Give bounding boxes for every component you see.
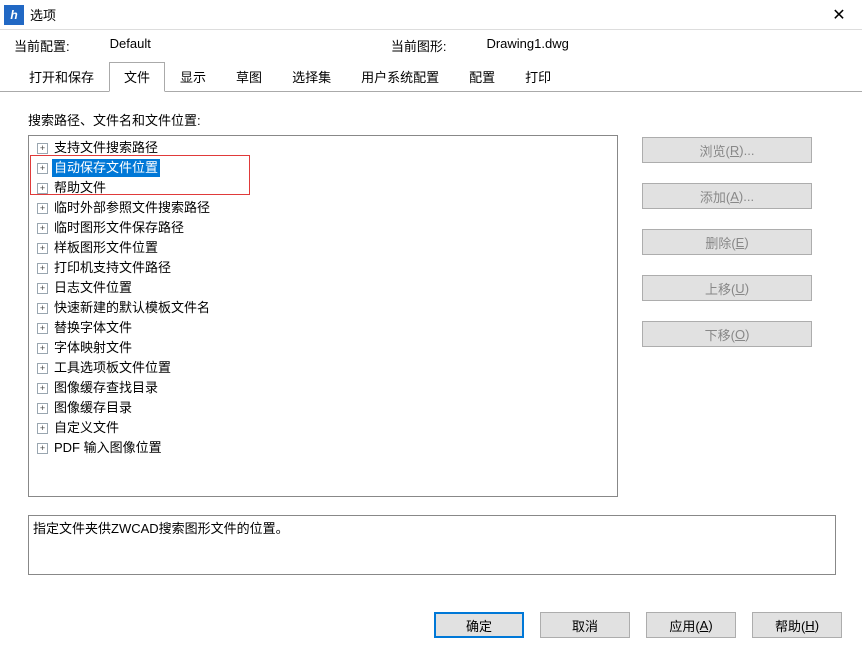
delete-button[interactable]: 删除(E) — [642, 229, 812, 255]
section-label: 搜索路径、文件名和文件位置: — [28, 110, 840, 129]
plus-icon[interactable]: + — [37, 423, 48, 434]
plus-icon[interactable]: + — [37, 263, 48, 274]
window-title: 选项 — [30, 5, 56, 24]
tree-item-label: 帮助文件 — [52, 179, 108, 197]
help-button[interactable]: 帮助(H) — [752, 612, 842, 638]
tree-item-label: 样板图形文件位置 — [52, 239, 160, 257]
plus-icon[interactable]: + — [37, 143, 48, 154]
plus-icon[interactable]: + — [37, 363, 48, 374]
tree-item[interactable]: + 日志文件位置 — [29, 278, 617, 298]
add-button[interactable]: 添加(A)... — [642, 183, 812, 209]
info-row: 当前配置: Default 当前图形: Drawing1.dwg — [0, 30, 862, 59]
tree-item[interactable]: + 图像缓存查找目录 — [29, 378, 617, 398]
tree-item-label: 自定义文件 — [52, 419, 121, 437]
tree-item[interactable]: + 快速新建的默认模板文件名 — [29, 298, 617, 318]
plus-icon[interactable]: + — [37, 303, 48, 314]
tab-display[interactable]: 显示 — [165, 62, 221, 92]
plus-icon[interactable]: + — [37, 343, 48, 354]
tree-item[interactable]: + 图像缓存目录 — [29, 398, 617, 418]
tree-item[interactable]: + 临时图形文件保存路径 — [29, 218, 617, 238]
plus-icon[interactable]: + — [37, 223, 48, 234]
tree-item-label: 临时图形文件保存路径 — [52, 219, 186, 237]
tree-item[interactable]: + 自动保存文件位置 — [29, 158, 617, 178]
title-bar: h 选项 ✕ — [0, 0, 862, 30]
tree-item[interactable]: + 打印机支持文件路径 — [29, 258, 617, 278]
tree-item-label: 自动保存文件位置 — [52, 159, 160, 177]
apply-button[interactable]: 应用(A) — [646, 612, 736, 638]
tab-selection[interactable]: 选择集 — [277, 62, 346, 92]
tree-item-label: 图像缓存查找目录 — [52, 379, 160, 397]
tree-item[interactable]: + 替换字体文件 — [29, 318, 617, 338]
tree-item[interactable]: + 自定义文件 — [29, 418, 617, 438]
tree-item[interactable]: + 样板图形文件位置 — [29, 238, 617, 258]
tree-item-label: 图像缓存目录 — [52, 399, 134, 417]
drawing-value: Drawing1.dwg — [486, 36, 568, 55]
move-down-button[interactable]: 下移(O) — [642, 321, 812, 347]
plus-icon[interactable]: + — [37, 203, 48, 214]
tab-user-prefs[interactable]: 用户系统配置 — [346, 62, 454, 92]
plus-icon[interactable]: + — [37, 243, 48, 254]
tree-item[interactable]: + PDF 输入图像位置 — [29, 438, 617, 458]
tab-open-save[interactable]: 打开和保存 — [14, 62, 109, 92]
tab-file[interactable]: 文件 — [109, 62, 165, 92]
path-tree[interactable]: +支持文件搜索路径 +自动保存文件位置 +帮助文件 +临时外部参照文件搜索路径 … — [28, 135, 618, 497]
footer-buttons: 确定 取消 应用(A) 帮助(H) — [434, 612, 842, 638]
tree-item[interactable]: + 工具选项板文件位置 — [29, 358, 617, 378]
tree-item[interactable]: + 支持文件搜索路径 — [29, 138, 617, 158]
tree-item-label: 打印机支持文件路径 — [52, 259, 173, 277]
tree-item-label: 支持文件搜索路径 — [52, 139, 160, 157]
tree-item[interactable]: + 帮助文件 — [29, 178, 617, 198]
move-up-button[interactable]: 上移(U) — [642, 275, 812, 301]
plus-icon[interactable]: + — [37, 163, 48, 174]
tree-item-label: PDF 输入图像位置 — [52, 439, 164, 457]
drawing-label: 当前图形: — [391, 36, 447, 55]
plus-icon[interactable]: + — [37, 383, 48, 394]
tab-draft[interactable]: 草图 — [221, 62, 277, 92]
ok-button[interactable]: 确定 — [434, 612, 524, 638]
tree-item-label: 日志文件位置 — [52, 279, 134, 297]
plus-icon[interactable]: + — [37, 183, 48, 194]
description-box: 指定文件夹供ZWCAD搜索图形文件的位置。 — [28, 515, 836, 575]
cancel-button[interactable]: 取消 — [540, 612, 630, 638]
browse-button[interactable]: 浏览(R)... — [642, 137, 812, 163]
tree-item-label: 快速新建的默认模板文件名 — [52, 299, 212, 317]
config-value: Default — [110, 36, 151, 55]
plus-icon[interactable]: + — [37, 443, 48, 454]
tree-item[interactable]: + 字体映射文件 — [29, 338, 617, 358]
tree-item-label: 替换字体文件 — [52, 319, 134, 337]
tree-item-label: 临时外部参照文件搜索路径 — [52, 199, 212, 217]
tab-print[interactable]: 打印 — [510, 62, 566, 92]
plus-icon[interactable]: + — [37, 323, 48, 334]
app-icon: h — [4, 5, 24, 25]
tree-item-label: 工具选项板文件位置 — [52, 359, 173, 377]
close-icon[interactable]: ✕ — [816, 0, 862, 30]
plus-icon[interactable]: + — [37, 283, 48, 294]
config-label: 当前配置: — [14, 36, 70, 55]
tab-strip: 打开和保存 文件 显示 草图 选择集 用户系统配置 配置 打印 — [0, 61, 862, 92]
tree-item[interactable]: + 临时外部参照文件搜索路径 — [29, 198, 617, 218]
tab-profiles[interactable]: 配置 — [454, 62, 510, 92]
tree-item-label: 字体映射文件 — [52, 339, 134, 357]
plus-icon[interactable]: + — [37, 403, 48, 414]
